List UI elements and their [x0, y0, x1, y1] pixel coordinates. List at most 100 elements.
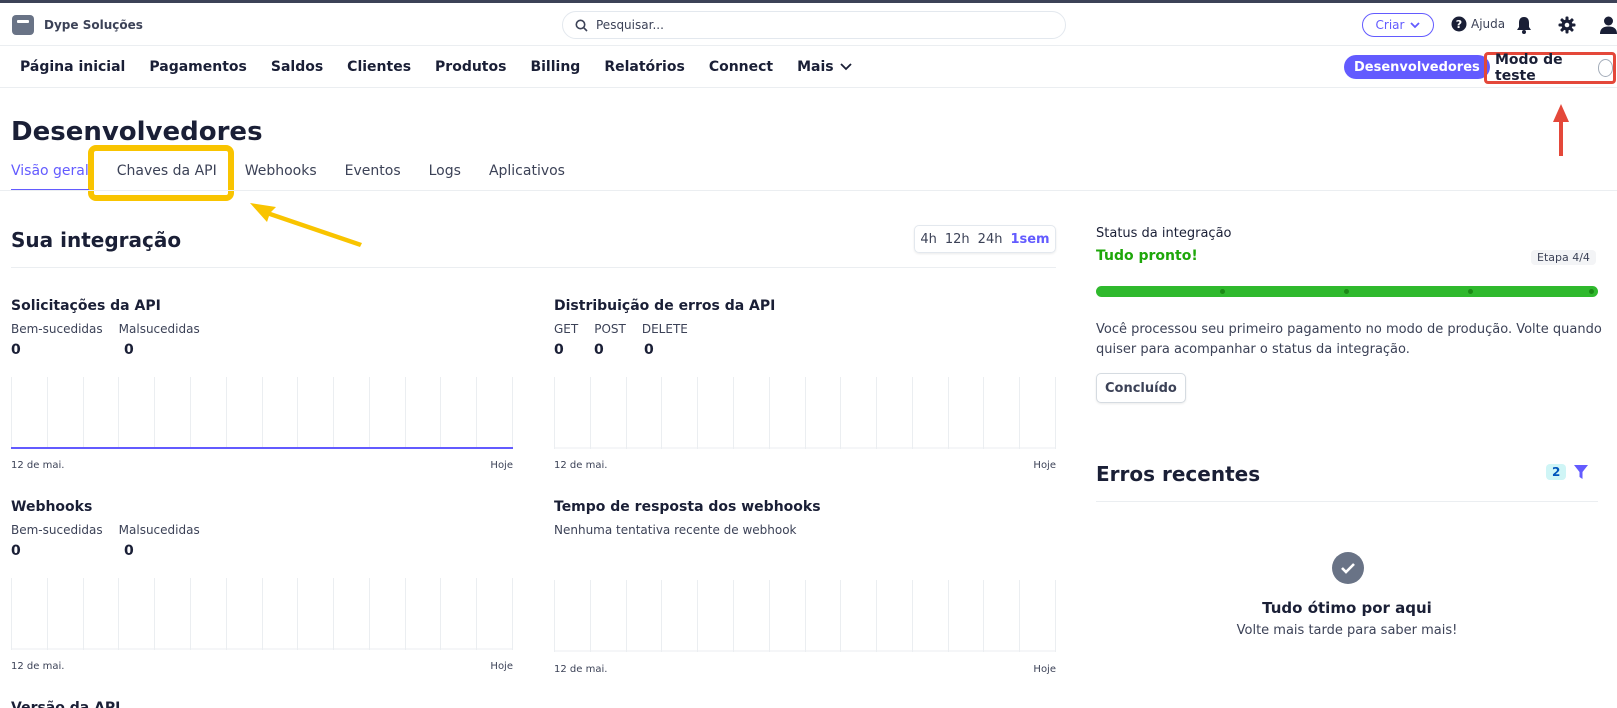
metric-value: 0 [124, 543, 134, 559]
step-badge: Etapa 4/4 [1531, 250, 1596, 265]
main-nav: Página inicial Pagamentos Saldos Cliente… [0, 46, 1617, 88]
time-filter-12h[interactable]: 12h [945, 232, 970, 247]
help-button[interactable]: ? Ajuda [1451, 16, 1505, 32]
chart-end-label: Hoje [1033, 460, 1056, 471]
webhooks-panel: Webhooks Bem-sucedidas Malsucedidas 0 0 [11, 499, 513, 559]
metric-label: Bem-sucedidas [11, 322, 103, 336]
nav-item-saldos[interactable]: Saldos [271, 59, 323, 75]
nav-item-clientes[interactable]: Clientes [347, 59, 411, 75]
panel-title: Webhooks [11, 499, 93, 515]
tab-chaves-da-api[interactable]: Chaves da API [117, 163, 217, 191]
api-errors-chart[interactable] [554, 377, 1056, 449]
gear-icon[interactable] [1558, 16, 1576, 34]
store-icon [12, 15, 34, 35]
time-filter-1sem[interactable]: 1sem [1010, 232, 1049, 247]
time-range-filter: 4h 12h 24h 1sem [914, 225, 1056, 253]
divider [1096, 501, 1598, 502]
chevron-down-icon [1410, 21, 1421, 28]
progress-step-dot [1220, 289, 1225, 294]
webhook-response-panel: Tempo de resposta dos webhooks Nenhuma t… [554, 499, 1056, 537]
chart-end-label: Hoje [1033, 664, 1056, 675]
search-icon [575, 19, 588, 32]
metric-value: 0 [11, 543, 21, 559]
status-description: Você processou seu primeiro pagamento no… [1096, 322, 1602, 357]
bell-icon[interactable] [1516, 16, 1532, 34]
test-mode-toggle[interactable]: Modo de teste [1484, 52, 1616, 84]
top-bar: Dype Soluções Criar ? Ajuda [0, 0, 1617, 46]
developers-button[interactable]: Desenvolvedores [1344, 55, 1490, 79]
metric-label: DELETE [641, 322, 688, 336]
nav-item-pagina-inicial[interactable]: Página inicial [20, 59, 125, 75]
api-requests-panel: Solicitações da API Bem-sucedidas Malsuc… [11, 298, 513, 358]
metric-label: Bem-sucedidas [11, 523, 103, 537]
progress-step-dot [1468, 289, 1473, 294]
progress-step-dot [1344, 289, 1349, 294]
divider [0, 190, 1617, 191]
tab-eventos[interactable]: Eventos [345, 163, 401, 191]
chevron-down-icon [840, 63, 852, 71]
nav-item-connect[interactable]: Connect [709, 59, 773, 75]
empty-state-subtitle: Volte mais tarde para saber mais! [1236, 623, 1458, 638]
recent-errors-title: Erros recentes [1096, 462, 1261, 486]
filter-icon[interactable] [1573, 464, 1589, 480]
account-switcher[interactable]: Dype Soluções [12, 15, 143, 35]
nav-item-pagamentos[interactable]: Pagamentos [149, 59, 247, 75]
search-input[interactable] [596, 18, 996, 32]
api-requests-chart[interactable] [11, 377, 513, 449]
tab-logs[interactable]: Logs [429, 163, 461, 191]
panel-title: Distribuição de erros da API [554, 298, 776, 314]
panel-title: Solicitações da API [11, 298, 161, 314]
time-filter-24h[interactable]: 24h [978, 232, 1003, 247]
create-button[interactable]: Criar [1362, 13, 1434, 37]
account-name: Dype Soluções [44, 18, 143, 32]
webhook-response-chart[interactable] [554, 580, 1056, 652]
progress-step-dot [1589, 289, 1594, 294]
nav-item-billing[interactable]: Billing [530, 59, 580, 75]
webhooks-chart[interactable] [11, 578, 513, 650]
nav-item-produtos[interactable]: Produtos [435, 59, 506, 75]
integration-status-label: Status da integração [1096, 226, 1232, 241]
section-title-partial: Versão da API [11, 700, 121, 708]
divider [11, 267, 1056, 268]
tab-aplicativos[interactable]: Aplicativos [489, 163, 565, 191]
tab-webhooks[interactable]: Webhooks [245, 163, 317, 191]
metric-value: 0 [644, 342, 654, 358]
integration-progress-bar [1096, 286, 1598, 297]
metric-value: 0 [554, 342, 564, 358]
metric-value: 0 [594, 342, 604, 358]
done-button[interactable]: Concluído [1096, 373, 1186, 403]
page-title: Desenvolvedores [11, 117, 263, 147]
tab-visao-geral[interactable]: Visão geral [11, 163, 89, 191]
integration-status-value: Tudo pronto! [1096, 248, 1198, 264]
chart-start-label: 12 de mai. [554, 664, 608, 675]
chart-start-label: 12 de mai. [11, 460, 65, 471]
metric-value: 0 [11, 342, 21, 358]
nav-mais-label: Mais [797, 59, 834, 75]
test-mode-label: Modo de teste [1495, 52, 1563, 84]
chart-end-label: Hoje [490, 661, 513, 672]
api-errors-panel: Distribuição de erros da API GET POST DE… [554, 298, 1056, 358]
help-icon: ? [1451, 16, 1467, 32]
time-filter-4h[interactable]: 4h [920, 232, 937, 247]
error-count-badge: 2 [1546, 464, 1567, 480]
nav-item-relatorios[interactable]: Relatórios [604, 59, 685, 75]
metric-label: Malsucedidas [118, 322, 200, 336]
metric-label: GET [554, 322, 579, 336]
search-box[interactable] [562, 11, 1066, 39]
tab-bar: Visão geral Chaves da API Webhooks Event… [11, 163, 593, 191]
toggle-switch[interactable] [1597, 59, 1613, 77]
help-label: Ajuda [1471, 17, 1506, 31]
nav-item-mais[interactable]: Mais [797, 59, 852, 75]
user-icon[interactable] [1600, 16, 1617, 34]
section-title: Sua integração [11, 228, 182, 252]
annotation-yellow-arrow [250, 203, 362, 247]
check-circle-icon [1332, 552, 1364, 584]
create-label: Criar [1375, 18, 1405, 32]
empty-message: Nenhuma tentativa recente de webhook [554, 523, 797, 537]
svg-text:?: ? [1456, 18, 1462, 31]
metric-value: 0 [124, 342, 134, 358]
metric-label: POST [594, 322, 626, 336]
empty-state-title: Tudo ótimo por aqui [1262, 599, 1432, 617]
chart-start-label: 12 de mai. [554, 460, 608, 471]
annotation-red-arrow [1553, 104, 1569, 156]
